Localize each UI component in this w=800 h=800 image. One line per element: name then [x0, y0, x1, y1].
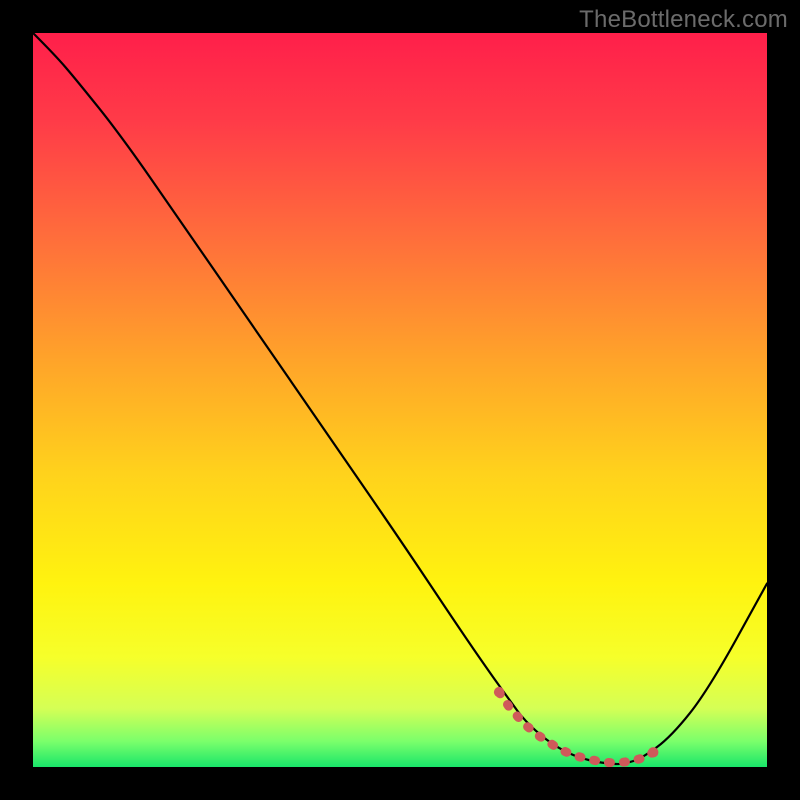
chart-container: TheBottleneck.com: [0, 0, 800, 800]
optimum-end-dot: [648, 747, 658, 757]
chart-svg: [33, 33, 767, 767]
plot-area: [33, 33, 767, 767]
optimum-end-dot: [494, 687, 504, 697]
watermark-text: TheBottleneck.com: [579, 6, 788, 34]
gradient-background: [33, 33, 767, 767]
